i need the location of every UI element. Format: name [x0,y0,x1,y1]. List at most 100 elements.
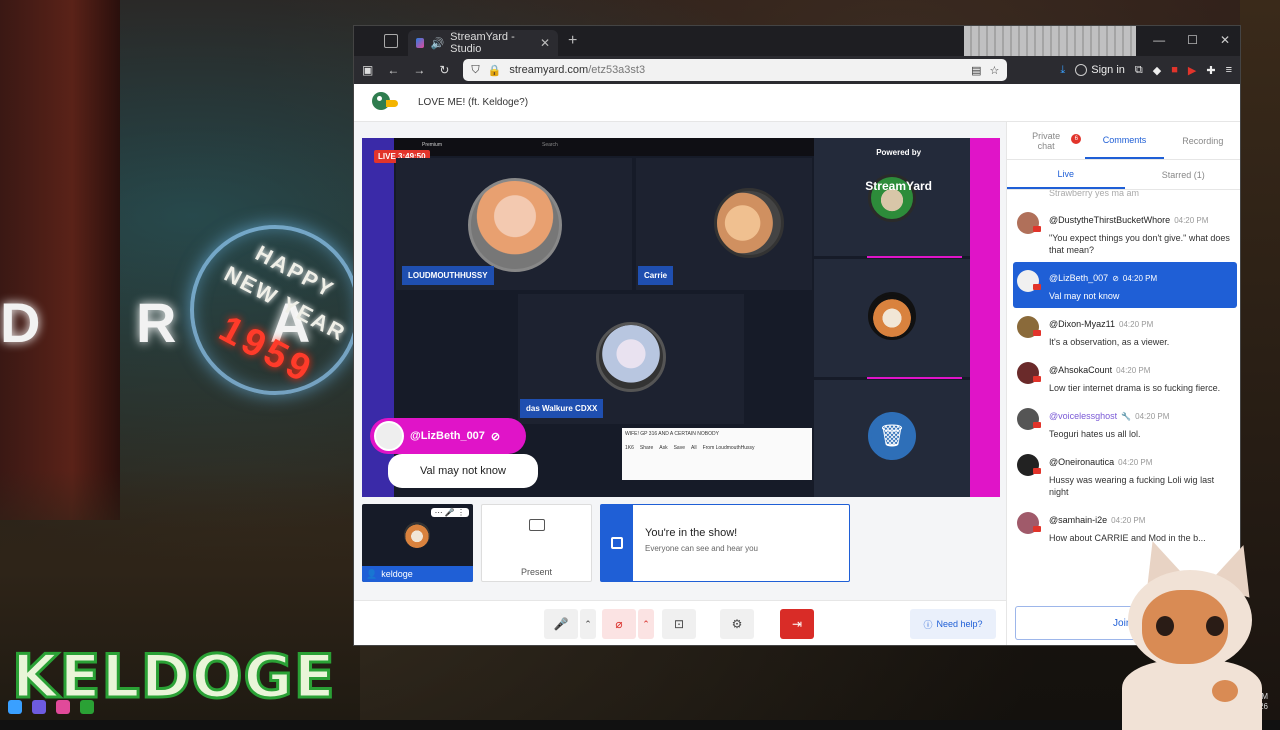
broadcast-title[interactable]: LOVE ME! (ft. Keldoge?) [418,97,528,108]
taskbar-icons [8,700,94,714]
subtab-live[interactable]: Live [1007,160,1125,189]
premium-label: Premium [422,142,443,148]
youtube-icon[interactable]: ▶ [1188,64,1196,77]
tab-overview-icon[interactable] [384,34,398,48]
url-path: /etz53a3st3 [588,64,646,76]
comment-text: It's a observation, as a viewer. [1049,337,1170,347]
user-icon: 👤 [366,568,378,579]
participant-avatar [596,322,666,392]
banner-username: @LizBeth_007 [410,430,485,442]
comment-item[interactable]: @DustytheThirstBucketWhore 04:20 PM "You … [1007,204,1240,262]
speaker-icon: 🔊 [430,37,445,50]
verified-icon: ⊘ [490,430,501,443]
screen-share-button[interactable]: ⊡ [662,609,696,639]
chat-tabs: Private chat 6 Comments Recording [1007,122,1240,160]
account-icon [1075,64,1088,76]
comment-time: 04:20 PM [1135,412,1170,421]
comment-user: @voicelessghost [1049,411,1118,421]
banner-avatar [374,421,404,451]
comment-item[interactable]: @AhsokaCount 04:20 PM Low tier internet d… [1007,354,1240,400]
minimize-icon[interactable]: — [1153,33,1165,47]
private-chat-label: Private chat [1032,130,1061,151]
close-tab-icon[interactable]: ✕ [540,36,550,50]
microphone-button[interactable]: 🎤 [544,609,578,639]
reader-icon[interactable]: ▤ [971,64,981,77]
comment-item[interactable]: @Oneironautica 04:20 PM Hussy was wearing… [1007,446,1240,504]
new-tab-button[interactable]: + [568,32,577,50]
maximize-icon[interactable]: ☐ [1187,33,1198,47]
sidebar-toggle-icon[interactable]: ▣ [362,63,373,77]
need-help-button[interactable]: ⓘ Need help? [910,609,996,639]
back-icon[interactable]: ← [387,63,399,77]
camera-options-chevron-icon[interactable]: ⌃ [638,609,654,639]
comment-list[interactable]: Strawberry yes ma am @DustytheThirstBuck… [1007,190,1240,595]
thumb-controls[interactable]: ⋯ 🎤 ⋮ [430,508,469,517]
extension-icon[interactable]: ■ [1171,64,1178,76]
person-icon [611,537,623,549]
windows-icon[interactable] [8,700,22,714]
download-icon[interactable]: ⤓ [1060,64,1065,77]
sign-in-button[interactable]: Sign in [1075,64,1125,76]
leave-studio-button[interactable]: ⇥ [780,609,814,639]
subtab-starred[interactable]: Starred (1) [1125,160,1241,189]
red-pillar [0,0,120,520]
camera-off-button[interactable]: ⌀ [602,609,636,639]
embedded-video-title: WIFE! GP 316 AND A CERTAIN NOBODY [625,431,719,437]
app-icon[interactable] [32,700,46,714]
menu-icon[interactable]: ≡ [1226,64,1232,76]
tab-recording[interactable]: Recording [1164,122,1240,159]
youtube-icon [1033,468,1041,474]
youtube-icon [1033,526,1041,532]
comment-user: @samhain-i2e [1049,515,1108,525]
streamyard-logo[interactable] [368,90,398,116]
comment-item-highlighted[interactable]: @LizBeth_007 ⊘ 04:20 PM Val may not know [1013,262,1237,308]
youtube-icon [1033,226,1041,232]
partial-comment: Strawberry yes ma am [1049,190,1140,198]
vtuber-cat-avatar [1112,534,1265,730]
app-icon[interactable] [80,700,94,714]
streamyard-favicon [416,38,425,48]
verified-icon: ⊘ [1112,274,1119,283]
address-bar[interactable]: ⛉ 🔒 streamyard.com/etz53a3st3 ▤ ☆ [463,59,1008,81]
in-show-title: You're in the show! [645,527,738,539]
comment-time: 04:20 PM [1111,516,1146,525]
extension-icon[interactable]: ◆ [1153,64,1161,77]
search-label: Search [542,142,558,148]
tab-streamyard[interactable]: 🔊 StreamYard - Studio ✕ [408,30,558,56]
comment-time: 04:20 PM [1174,216,1209,225]
youtube-icon [1033,284,1041,290]
tab-private-chat[interactable]: Private chat 6 [1007,122,1085,159]
youtube-icon [1033,422,1041,428]
from-label: From LoudmouthHussy [702,445,755,451]
tab-comments[interactable]: Comments [1085,122,1164,159]
comment-item[interactable]: @Dixon-Myaz11 04:20 PM It's a observation… [1007,308,1240,354]
present-button[interactable]: Present [481,504,592,582]
comment-user: @DustytheThirstBucketWhore [1049,215,1171,225]
window-controls: — ☐ ✕ [1153,33,1230,47]
powered-by-badge: Powered by StreamYard [865,148,932,193]
comment-time: 04:20 PM [1122,274,1158,283]
comment-time: 04:20 PM [1118,458,1153,467]
share-label: Share [639,445,654,451]
self-nameplate: 👤 keldoge [362,566,473,582]
comment-user: @LizBeth_007 [1049,273,1109,283]
extensions-icon[interactable]: ⧉ [1135,64,1143,77]
in-show-bar [601,505,633,581]
trash-icon: 🗑 [868,412,916,460]
self-preview-thumb[interactable]: ⋯ 🎤 ⋮ 👤 keldoge [362,504,473,582]
comment-time: 04:20 PM [1119,320,1154,329]
powered-by-label: Powered by [876,148,922,157]
comment-text: Low tier internet drama is so fucking fi… [1049,383,1221,393]
bookmark-star-icon[interactable]: ☆ [990,64,1000,77]
comment-item[interactable]: @voicelessghost 🔧 04:20 PM Teoguri hates u… [1007,400,1240,446]
close-window-icon[interactable]: ✕ [1220,33,1230,47]
puzzle-icon[interactable]: ✚ [1206,64,1215,77]
reload-icon[interactable]: ↻ [439,63,449,77]
forward-icon[interactable]: → [413,63,425,77]
broadcast-stage: Premium Search LIVE 3:49:50 LOUDMOUTHHUS… [362,138,1000,497]
settings-gear-icon[interactable]: ⚙ [720,609,754,639]
need-help-label: Need help? [936,619,983,629]
app-icon[interactable] [56,700,70,714]
mic-options-chevron-icon[interactable]: ⌃ [580,609,596,639]
participant-nameplate: LOUDMOUTHHUSSY [402,266,494,285]
